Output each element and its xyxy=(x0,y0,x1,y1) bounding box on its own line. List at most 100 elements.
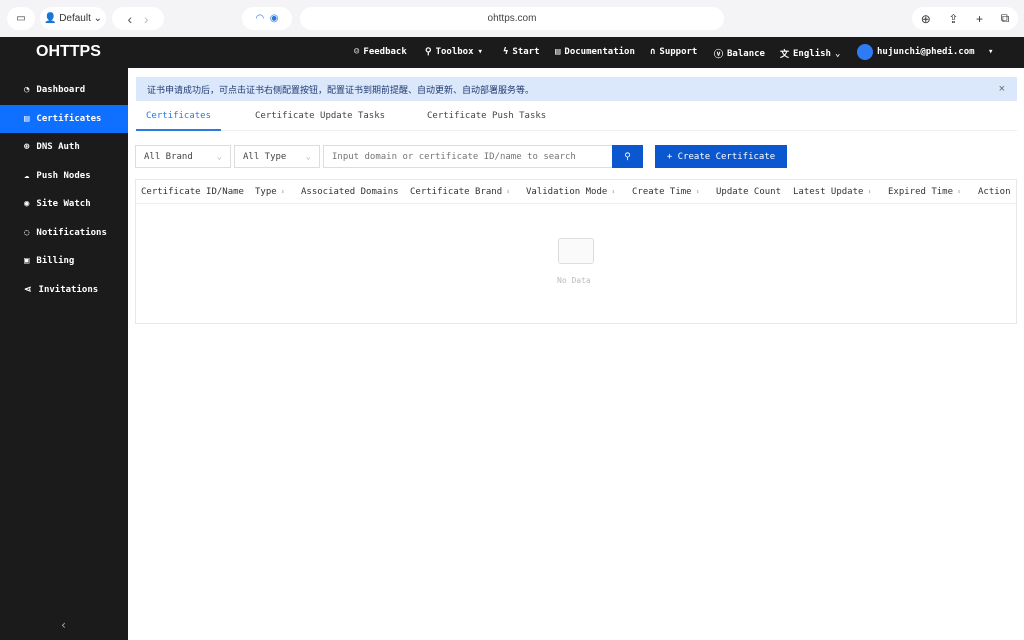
header-divider xyxy=(136,203,1016,204)
tab-divider xyxy=(136,130,1017,131)
sidebar-item-dns-auth[interactable]: ⊕ DNS Auth xyxy=(0,133,128,161)
back-forward[interactable]: ‹ › xyxy=(112,7,164,30)
url-text[interactable]: ohttps.com xyxy=(488,13,537,24)
nav-balance[interactable]: ⓥ Balance xyxy=(714,47,765,61)
nav-label: Documentation xyxy=(564,47,635,57)
record-icon[interactable]: ◉ xyxy=(270,13,279,24)
smile-icon: ☺ xyxy=(354,47,360,57)
sort-icon[interactable]: ⬍ xyxy=(611,188,615,196)
caret-down-icon: ▾ xyxy=(987,47,994,57)
column-header[interactable]: Expired Time ⬍ xyxy=(888,187,961,197)
extensions[interactable]: ◠ ◉ xyxy=(242,7,292,30)
sidebar-item-label: Dashboard xyxy=(36,85,86,95)
browser-actions: ⊕ ⇪ + ⧉ xyxy=(912,7,1018,30)
sort-icon[interactable]: ⬍ xyxy=(281,188,285,196)
tab-active-indicator xyxy=(136,129,221,131)
new-tab-icon[interactable]: + xyxy=(976,12,983,26)
info-banner: 证书申请成功后，可点击证书右侧配置按钮，配置证书到期前提醒、自动更新、自动部署服… xyxy=(136,77,1017,101)
avatar xyxy=(857,44,873,60)
column-header: Action xyxy=(978,187,1011,197)
sidebar-icon: ⋖ xyxy=(24,284,32,295)
sidebar-item-label: Site Watch xyxy=(36,199,91,209)
bolt-icon: ϟ xyxy=(503,47,509,57)
sidebar-item-notifications[interactable]: ◌ Notifications xyxy=(0,219,128,247)
doc-icon: ▤ xyxy=(555,47,561,57)
sidebar-icon: ◔ xyxy=(24,85,30,95)
nav-label: Start xyxy=(512,47,540,57)
column-label: Expired Time xyxy=(888,187,954,197)
brand-value: All Brand xyxy=(144,151,193,162)
column-label: Certificate Brand xyxy=(410,187,503,197)
nav-start[interactable]: ϟ Start xyxy=(503,47,540,57)
user-menu[interactable]: hujunchi@phedi.com ▾ xyxy=(857,44,993,60)
sidebar-item-site-watch[interactable]: ◉ Site Watch xyxy=(0,190,128,218)
sidebar-item-certificates[interactable]: ▤ Certificates xyxy=(0,104,128,133)
nav-documentation[interactable]: ▤ Documentation xyxy=(555,47,635,57)
sort-icon[interactable]: ⬍ xyxy=(867,188,871,196)
sidebar-icon: ◉ xyxy=(24,199,30,209)
column-header[interactable]: Certificate Brand ⬍ xyxy=(410,187,510,197)
tab-certificates[interactable]: Certificates xyxy=(146,111,211,121)
sort-icon[interactable]: ⬍ xyxy=(957,188,961,196)
type-value: All Type xyxy=(243,151,287,162)
tab-update-tasks[interactable]: Certificate Update Tasks xyxy=(255,111,385,121)
empty-text: No Data xyxy=(557,276,591,285)
column-label: Associated Domains xyxy=(301,187,399,197)
sidebar-item-label: Billing xyxy=(36,256,75,266)
sidebar-icon: ☁ xyxy=(24,170,30,181)
chevron-down-icon: ⌄ xyxy=(216,151,222,162)
nav-label: Balance xyxy=(727,48,765,59)
column-label: Latest Update xyxy=(793,187,864,197)
column-header[interactable]: Validation Mode ⬍ xyxy=(526,187,616,197)
address-bar[interactable]: ohttps.com xyxy=(300,7,724,30)
translate-icon: 文 xyxy=(780,50,790,60)
forward-icon[interactable]: › xyxy=(144,11,149,27)
empty-inbox-icon xyxy=(558,238,594,264)
column-header[interactable]: Create Time ⬍ xyxy=(632,187,700,197)
sidebar-toggle-icon[interactable]: ▭ xyxy=(7,7,35,30)
sort-icon[interactable]: ⬍ xyxy=(696,188,700,196)
nav-support[interactable]: ∩ Support xyxy=(650,47,697,57)
sort-icon[interactable]: ⬍ xyxy=(506,188,510,196)
nav-feedback[interactable]: ☺ Feedback xyxy=(354,47,407,57)
sidebar-item-billing[interactable]: ▣ Billing xyxy=(0,247,128,275)
close-icon[interactable]: × xyxy=(999,83,1005,95)
create-certificate-button[interactable]: + Create Certificate xyxy=(655,145,787,168)
tabs-icon[interactable]: ⧉ xyxy=(1001,11,1010,26)
nav-toolbox[interactable]: ⚲ Toolbox ▾ xyxy=(425,47,483,57)
download-icon[interactable]: ⊕ xyxy=(921,12,931,26)
banner-text: 证书申请成功后，可点击证书右侧配置按钮，配置证书到期前提醒、自动更新、自动部署服… xyxy=(147,84,535,95)
tab-push-tasks[interactable]: Certificate Push Tasks xyxy=(427,111,546,121)
sidebar-item-label: Certificates xyxy=(36,113,102,124)
user-email: hujunchi@phedi.com xyxy=(877,47,975,57)
column-header[interactable]: Latest Update ⬍ xyxy=(793,187,872,197)
collapse-icon[interactable]: ‹ xyxy=(60,618,67,632)
type-select[interactable]: All Type ⌄ xyxy=(234,145,320,168)
search-button[interactable]: ⚲ xyxy=(612,145,643,168)
back-icon[interactable]: ‹ xyxy=(127,11,132,27)
column-header[interactable]: Type ⬍ xyxy=(255,187,285,197)
share-icon[interactable]: ⇪ xyxy=(948,12,958,26)
sidebar-item-label: Invitations xyxy=(38,284,99,295)
profile-button[interactable]: 👤 Default ⌄ xyxy=(40,7,106,30)
column-header: Certificate ID/Name xyxy=(141,187,244,197)
nav-label: Support xyxy=(659,47,698,57)
chevron-down-icon: ⌄ xyxy=(305,151,311,162)
sidebar-item-invitations[interactable]: ⋖ Invitations xyxy=(0,276,128,304)
search-input[interactable] xyxy=(323,145,613,168)
logo[interactable]: OHTTPS xyxy=(36,43,101,61)
sidebar-item-push-nodes[interactable]: ☁ Push Nodes xyxy=(0,162,128,190)
column-label: Validation Mode xyxy=(526,187,608,197)
nav-language[interactable]: 文 English ⌄ xyxy=(780,47,840,61)
headset-icon: ∩ xyxy=(650,47,656,57)
profile-label: Default xyxy=(59,13,91,24)
sidebar-item-dashboard[interactable]: ◔ Dashboard xyxy=(0,76,128,104)
brand-select[interactable]: All Brand ⌄ xyxy=(135,145,231,168)
rss-icon[interactable]: ◠ xyxy=(255,13,264,24)
search-icon: ⚲ xyxy=(624,151,631,162)
sidebar-icon: ⊕ xyxy=(24,142,30,152)
column-label: Certificate ID/Name xyxy=(141,187,244,197)
coin-icon: ⓥ xyxy=(714,50,724,60)
sidebar-icon: ◌ xyxy=(24,227,30,238)
nav-label: English xyxy=(793,48,831,59)
